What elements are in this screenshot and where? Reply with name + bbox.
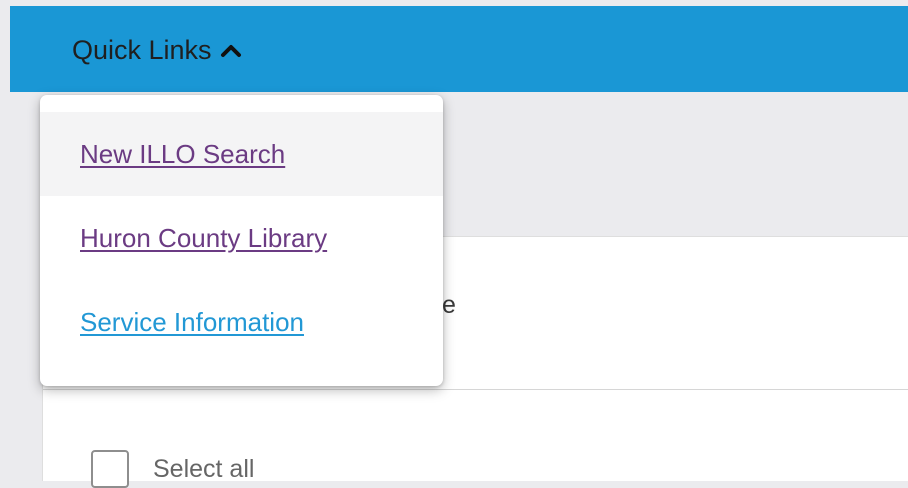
menu-item-new-illo-search[interactable]: New ILLO Search [40,112,443,196]
menu-item-service-information[interactable]: Service Information [40,280,443,364]
quick-links-bar: Quick Links [10,6,908,92]
select-all-label: Select all [153,455,255,483]
select-all-checkbox[interactable] [91,450,129,488]
card-divider [43,389,908,390]
quick-links-dropdown: New ILLO Search Huron County Library Ser… [40,95,443,386]
menu-item-huron-county-library[interactable]: Huron County Library [40,196,443,280]
quick-links-toggle[interactable]: Quick Links [72,34,242,66]
quick-links-label: Quick Links [72,35,212,65]
chevron-up-icon [220,45,241,57]
select-all-control[interactable]: Select all [91,450,254,488]
